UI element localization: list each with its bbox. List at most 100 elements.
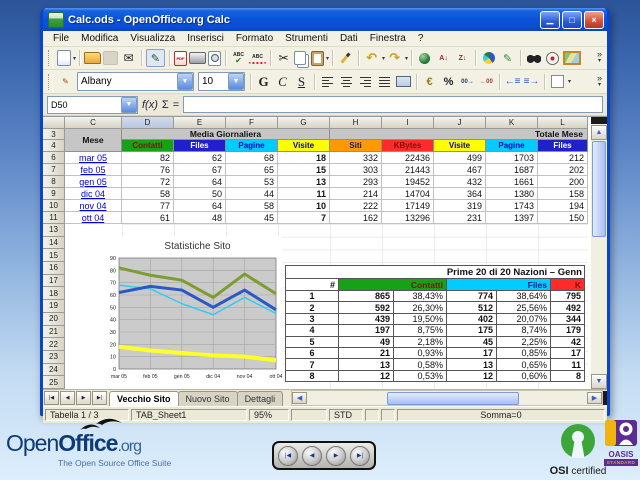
chevron-down-icon[interactable]: ▼: [228, 73, 244, 90]
gallery-icon[interactable]: [563, 50, 581, 66]
table-cell[interactable]: 53: [226, 176, 278, 188]
open-folder-icon[interactable]: [84, 52, 101, 64]
table-cell[interactable]: 11: [551, 359, 585, 370]
table-cell[interactable]: 197: [339, 325, 394, 336]
row-header-7[interactable]: 7: [43, 164, 65, 176]
edit-file-icon[interactable]: ✎: [146, 49, 165, 67]
row-header-22[interactable]: 22: [43, 338, 65, 351]
function-wizard-icon[interactable]: f(x): [142, 99, 158, 111]
menu-inserisci[interactable]: Inserisci: [181, 31, 230, 46]
chevron-down-icon[interactable]: ▾: [382, 55, 385, 62]
copy-icon[interactable]: [294, 51, 306, 65]
table-cell[interactable]: 1: [286, 291, 339, 302]
save-icon[interactable]: [103, 51, 118, 65]
navigator-icon[interactable]: [544, 50, 561, 66]
table-cell[interactable]: 10: [278, 200, 330, 212]
table-cell[interactable]: 14704: [382, 188, 434, 200]
chevron-down-icon[interactable]: ▼: [177, 73, 193, 90]
table-cell[interactable]: 19,50%: [394, 314, 447, 325]
styles-icon[interactable]: [57, 74, 74, 90]
chevron-down-icon[interactable]: ▾: [568, 78, 571, 85]
table-cell[interactable]: 175: [447, 325, 497, 336]
row-header-16[interactable]: 16: [43, 262, 65, 275]
row-header-14[interactable]: 14: [43, 237, 65, 250]
table-cell[interactable]: 45: [447, 337, 497, 348]
row-header-18[interactable]: 18: [43, 287, 65, 300]
formula-input[interactable]: [183, 96, 603, 113]
table-cell[interactable]: 19452: [382, 176, 434, 188]
table-cell[interactable]: 5: [286, 337, 339, 348]
table-cell[interactable]: 1380: [486, 188, 538, 200]
media-first-icon[interactable]: |◀: [278, 446, 298, 466]
font-name-combo[interactable]: Albany ▼: [77, 72, 194, 91]
column-header-G[interactable]: G: [278, 117, 330, 129]
menu-strumenti[interactable]: Strumenti: [279, 31, 334, 46]
column-header-E[interactable]: E: [174, 117, 226, 129]
month-link[interactable]: feb 05: [65, 164, 122, 176]
table-cell[interactable]: 17: [447, 348, 497, 359]
increase-indent-icon[interactable]: ≡→: [523, 74, 540, 90]
last-sheet-icon[interactable]: ▶|: [92, 391, 107, 405]
table-cell[interactable]: 64: [174, 176, 226, 188]
table-cell[interactable]: 8,75%: [394, 325, 447, 336]
menu-file[interactable]: File: [47, 31, 75, 46]
column-header-C[interactable]: C: [65, 117, 122, 129]
table-cell[interactable]: 68: [226, 152, 278, 164]
row-header-20[interactable]: 20: [43, 313, 65, 326]
chevron-down-icon[interactable]: ▾: [405, 55, 408, 62]
borders-icon[interactable]: [549, 74, 566, 90]
cut-icon[interactable]: ✂: [275, 50, 292, 66]
table-cell[interactable]: 8: [551, 371, 585, 382]
column-header-D[interactable]: D: [122, 117, 174, 129]
chevron-down-icon[interactable]: ▼: [121, 97, 137, 113]
table-cell[interactable]: 319: [434, 200, 486, 212]
table-cell[interactable]: 11: [278, 188, 330, 200]
align-center-icon[interactable]: [338, 74, 355, 90]
table-cell[interactable]: 6: [286, 348, 339, 359]
format-paintbrush-icon[interactable]: [337, 50, 354, 66]
row-header-23[interactable]: 23: [43, 351, 65, 364]
table-cell[interactable]: 45: [226, 212, 278, 224]
table-cell[interactable]: 492: [551, 302, 585, 313]
merge-cells-icon[interactable]: [395, 74, 412, 90]
column-header-I[interactable]: I: [382, 117, 434, 129]
align-right-icon[interactable]: [357, 74, 374, 90]
table-cell[interactable]: 1687: [486, 164, 538, 176]
media-next-icon[interactable]: ▶: [326, 446, 346, 466]
align-justified-icon[interactable]: [376, 74, 393, 90]
title-bar[interactable]: Calc.ods - OpenOffice.org Calc ▁□×: [43, 8, 607, 31]
table-cell[interactable]: 77: [122, 200, 174, 212]
italic-icon[interactable]: C: [274, 74, 291, 90]
month-link[interactable]: dic 04: [65, 188, 122, 200]
currency-icon[interactable]: €: [421, 74, 438, 90]
row-header-19[interactable]: 19: [43, 300, 65, 313]
insert-chart-icon[interactable]: [480, 50, 497, 66]
table-cell[interactable]: 12: [447, 371, 497, 382]
table-cell[interactable]: 795: [551, 291, 585, 302]
table-cell[interactable]: 4: [286, 325, 339, 336]
table-cell[interactable]: 12: [339, 371, 394, 382]
scroll-left-icon[interactable]: ◀: [292, 392, 307, 404]
table-cell[interactable]: 38,64%: [497, 291, 551, 302]
table-cell[interactable]: 26,30%: [394, 302, 447, 313]
table-cell[interactable]: 82: [122, 152, 174, 164]
table-cell[interactable]: 364: [434, 188, 486, 200]
table-cell[interactable]: 1661: [486, 176, 538, 188]
previous-sheet-icon[interactable]: ◀: [60, 391, 75, 405]
table-cell[interactable]: 7: [278, 212, 330, 224]
table-cell[interactable]: 774: [447, 291, 497, 302]
row-header-6[interactable]: 6: [43, 152, 65, 164]
table-cell[interactable]: 64: [174, 200, 226, 212]
column-header-H[interactable]: H: [330, 117, 382, 129]
row-header-21[interactable]: 21: [43, 326, 65, 339]
row-header-10[interactable]: 10: [43, 200, 65, 212]
maximize-button[interactable]: □: [562, 11, 582, 29]
delete-decimal-icon[interactable]: ←00: [478, 74, 495, 90]
table-cell[interactable]: 21: [339, 348, 394, 359]
first-sheet-icon[interactable]: |◀: [44, 391, 59, 405]
scroll-right-icon[interactable]: ▶: [587, 392, 602, 404]
bold-icon[interactable]: G: [255, 74, 272, 90]
table-cell[interactable]: 1703: [486, 152, 538, 164]
chevron-down-icon[interactable]: ▾: [73, 55, 76, 62]
menu-modifica[interactable]: Modifica: [75, 31, 124, 46]
